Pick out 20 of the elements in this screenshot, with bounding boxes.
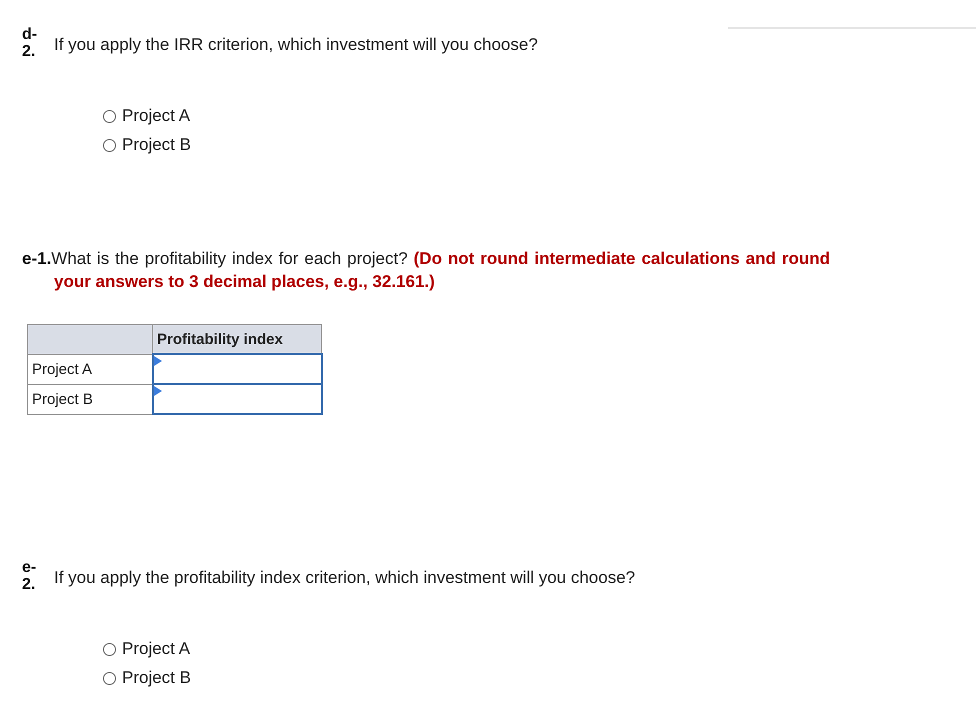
question-number: e-2.	[22, 559, 38, 593]
answer-field[interactable]	[152, 384, 322, 414]
triangle-icon	[154, 356, 162, 366]
radio-option[interactable]: Project B	[103, 668, 191, 688]
question-number: d-2.	[22, 26, 38, 60]
radio-button[interactable]	[103, 110, 116, 122]
row-label: Project A	[28, 354, 152, 384]
answer-field[interactable]	[152, 354, 322, 384]
radio-button[interactable]	[103, 642, 116, 656]
question-text: e-1.What is the profitability index for each project? (Do not round intermediate calculations and round your answers to 3 decimal places, e.g., 32.161.)	[22, 248, 830, 293]
column-header: Profitability index	[152, 324, 322, 354]
radio-option[interactable]: Project B	[103, 135, 191, 155]
question-text: If you apply the profitability index criterion, which investment will you choose?	[54, 568, 636, 588]
radio-option[interactable]: Project A	[103, 106, 190, 126]
radio-option[interactable]: Project A	[103, 639, 190, 659]
question-text: If you apply the IRR criterion, which investment will you choose?	[54, 35, 538, 55]
triangle-icon	[154, 386, 162, 396]
radio-button[interactable]	[103, 672, 116, 684]
row-label: Project B	[28, 384, 152, 414]
radio-button[interactable]	[103, 138, 116, 152]
